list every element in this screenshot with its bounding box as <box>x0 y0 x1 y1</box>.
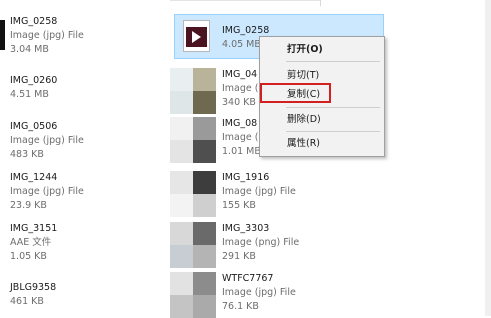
file-size: 1.01 MB <box>222 146 261 157</box>
file-size: 155 KB <box>222 200 256 211</box>
file-size: 483 KB <box>10 149 44 160</box>
file-size: 291 KB <box>222 251 256 262</box>
scrollbar[interactable] <box>485 0 491 316</box>
menu-separator <box>286 107 380 108</box>
file-name: IMG_0506 <box>10 121 58 132</box>
file-name: IMG_1916 <box>222 172 270 183</box>
file-name: IMG_04 <box>222 69 258 80</box>
file-type: Image (jpg) File <box>222 186 296 197</box>
menu-item-cut[interactable]: 剪切(T) <box>260 68 384 84</box>
window-top-edge <box>0 0 491 6</box>
file-type: Image (jpg) File <box>10 135 84 146</box>
file-type: Image (jpg) File <box>10 30 84 41</box>
file-name: JBLG9358 <box>10 282 57 293</box>
file-type: Image ( <box>222 83 259 94</box>
file-name: WTFC7767 <box>222 273 274 284</box>
image-thumbnail <box>170 171 216 217</box>
file-name: IMG_0258 <box>10 16 58 27</box>
image-thumbnail <box>170 272 216 318</box>
file-type: AAE 文件 <box>10 237 52 248</box>
file-size: 23.9 KB <box>10 200 47 211</box>
file-name: IMG_0260 <box>10 75 58 86</box>
image-thumbnail <box>170 117 216 163</box>
file-size: 461 KB <box>10 296 44 307</box>
menu-separator <box>286 131 380 132</box>
copy-highlight-box <box>260 83 331 103</box>
image-thumbnail <box>170 68 216 114</box>
file-type: Image (png) File <box>222 237 300 248</box>
menu-item-properties[interactable]: 属性(R) <box>260 136 384 152</box>
file-name: IMG_3151 <box>10 223 58 234</box>
file-size: 76.1 KB <box>222 301 259 312</box>
file-name: IMG_3303 <box>222 223 270 234</box>
file-size: 1.05 KB <box>10 251 47 262</box>
image-thumbnail <box>170 222 216 268</box>
file-type: Image (jpg) File <box>10 186 84 197</box>
file-name: IMG_1244 <box>10 172 58 183</box>
menu-separator <box>286 61 380 62</box>
menu-item-open[interactable]: 打开(O) <box>260 42 384 58</box>
partial-thumbnail <box>0 20 5 50</box>
file-size: 4.51 MB <box>10 89 49 100</box>
file-size: 3.04 MB <box>10 44 49 55</box>
file-name: IMG_08 <box>222 118 258 129</box>
menu-item-delete[interactable]: 删除(D) <box>260 112 384 128</box>
file-size: 340 KB <box>222 97 256 108</box>
video-file-icon <box>183 20 210 52</box>
file-type: Image ( <box>222 132 259 143</box>
file-type: Image (jpg) File <box>222 287 296 298</box>
